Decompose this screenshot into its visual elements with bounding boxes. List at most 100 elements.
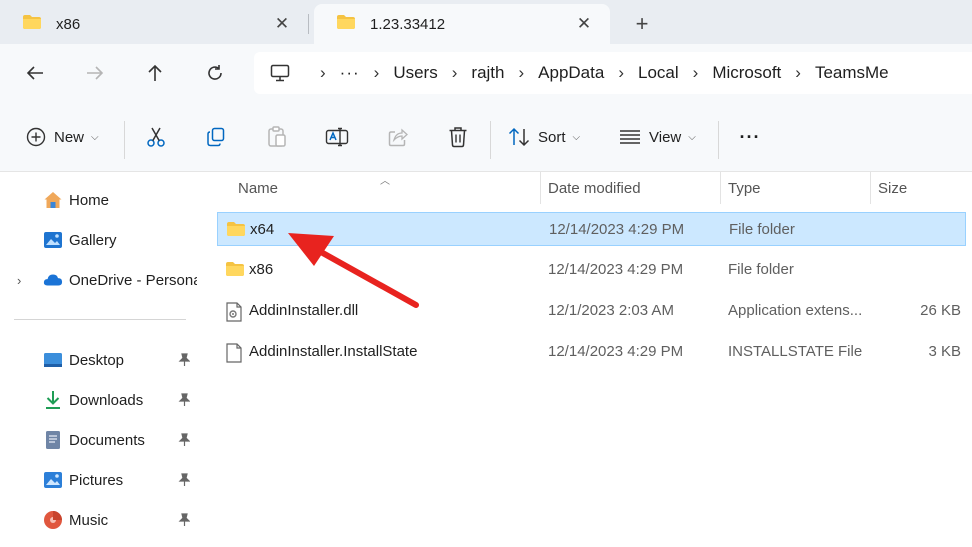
up-button[interactable] bbox=[139, 58, 171, 88]
toolbar-divider bbox=[124, 121, 125, 159]
column-header-name[interactable]: Name bbox=[238, 172, 538, 204]
pin-icon[interactable] bbox=[178, 473, 191, 491]
navigation-bar: › ··· › Users › rajth › AppData › Local … bbox=[0, 44, 972, 102]
file-row-addininstaller-installstate[interactable]: AddinInstaller.InstallState 12/14/2023 4… bbox=[217, 335, 966, 369]
folder-icon bbox=[226, 221, 246, 241]
file-type: File folder bbox=[729, 221, 795, 238]
close-icon[interactable]: ✕ bbox=[568, 14, 600, 34]
plus-circle-icon bbox=[26, 127, 46, 147]
address-bar[interactable]: › ··· › Users › rajth › AppData › Local … bbox=[254, 52, 972, 94]
refresh-icon bbox=[208, 65, 222, 80]
see-more-button[interactable]: ··· bbox=[736, 121, 764, 153]
home-icon bbox=[43, 190, 63, 210]
chevron-right-icon[interactable]: › bbox=[693, 63, 699, 83]
view-list-icon bbox=[620, 130, 640, 144]
file-date-modified: 12/1/2023 2:03 AM bbox=[548, 302, 674, 319]
chevron-right-icon[interactable]: › bbox=[374, 63, 380, 83]
sidebar-item-label: Home bbox=[69, 191, 110, 209]
chevron-down-icon: ⌵ bbox=[688, 131, 696, 143]
cut-button[interactable] bbox=[144, 121, 168, 153]
tab-1-23-33412[interactable]: 1.23.33412 ✕ bbox=[314, 4, 610, 44]
folder-icon bbox=[22, 14, 42, 34]
sidebar-item-label: OneDrive - Personal bbox=[69, 271, 197, 289]
pin-icon[interactable] bbox=[178, 393, 191, 411]
column-divider[interactable] bbox=[540, 172, 541, 204]
file-type: Application extens... bbox=[728, 302, 863, 319]
chevron-right-icon[interactable]: › bbox=[795, 63, 801, 83]
file-row-x64[interactable]: x64 12/14/2023 4:29 PM File folder bbox=[217, 212, 966, 246]
file-row-addininstaller-dll[interactable]: AddinInstaller.dll 12/1/2023 2:03 AM App… bbox=[217, 294, 966, 328]
forward-button[interactable] bbox=[79, 58, 111, 88]
breadcrumb-users[interactable]: Users bbox=[393, 63, 437, 83]
breadcrumb-microsoft[interactable]: Microsoft bbox=[712, 63, 781, 83]
new-tab-button[interactable]: + bbox=[626, 8, 658, 40]
chevron-right-icon: › bbox=[320, 63, 326, 82]
onedrive-icon bbox=[43, 270, 63, 290]
close-icon[interactable]: ✕ bbox=[266, 14, 298, 34]
copy-button[interactable] bbox=[204, 121, 228, 153]
command-bar: New ⌵ Sort ⌵ View ⌵ ··· bbox=[0, 102, 972, 172]
tab-title: 1.23.33412 bbox=[370, 15, 446, 33]
navigation-pane: Home Gallery › OneDrive - Personal Deskt… bbox=[0, 172, 200, 547]
tab-title: x86 bbox=[56, 15, 81, 33]
back-button[interactable] bbox=[19, 58, 51, 88]
column-divider[interactable] bbox=[870, 172, 871, 204]
column-header-size[interactable]: Size bbox=[878, 172, 958, 204]
chevron-down-icon: ⌵ bbox=[91, 131, 99, 143]
scissors-icon bbox=[147, 127, 165, 147]
column-divider[interactable] bbox=[720, 172, 721, 204]
sidebar-item-home[interactable]: Home bbox=[0, 182, 200, 218]
chevron-right-icon[interactable]: › bbox=[518, 63, 524, 83]
rename-button[interactable] bbox=[324, 121, 350, 153]
chevron-right-icon[interactable]: › bbox=[17, 273, 21, 288]
delete-button[interactable] bbox=[446, 121, 470, 153]
paste-button[interactable] bbox=[265, 121, 289, 153]
folder-icon bbox=[225, 261, 245, 281]
arrow-up-icon bbox=[148, 64, 162, 81]
view-button[interactable]: View ⌵ bbox=[619, 121, 696, 153]
this-pc-icon[interactable] bbox=[270, 64, 290, 82]
sidebar-item-label: Gallery bbox=[69, 231, 117, 249]
sort-button[interactable]: Sort ⌵ bbox=[508, 121, 580, 153]
file-name: x86 bbox=[249, 261, 274, 278]
new-button[interactable]: New ⌵ bbox=[26, 121, 99, 153]
breadcrumb-teamsmeeting[interactable]: TeamsMe bbox=[815, 63, 889, 83]
pictures-icon bbox=[43, 470, 63, 490]
chevron-right-icon[interactable]: › bbox=[618, 63, 624, 83]
sidebar-item-gallery[interactable]: Gallery bbox=[0, 222, 200, 258]
view-label: View bbox=[649, 128, 682, 146]
file-size: 3 KB bbox=[928, 343, 961, 360]
sidebar-item-music[interactable]: Music bbox=[0, 502, 200, 538]
sidebar-item-desktop[interactable]: Desktop bbox=[0, 342, 200, 378]
breadcrumb-appdata[interactable]: AppData bbox=[538, 63, 604, 83]
file-date-modified: 12/14/2023 4:29 PM bbox=[548, 261, 684, 278]
refresh-button[interactable] bbox=[199, 58, 231, 88]
file-row-x86[interactable]: x86 12/14/2023 4:29 PM File folder bbox=[217, 253, 966, 287]
sidebar-divider bbox=[14, 319, 186, 320]
sidebar-item-downloads[interactable]: Downloads bbox=[0, 382, 200, 418]
breadcrumb-rajth[interactable]: rajth bbox=[471, 63, 504, 83]
tab-x86[interactable]: x86 ✕ bbox=[0, 4, 308, 44]
copy-icon bbox=[207, 127, 225, 147]
chevron-down-icon: ⌵ bbox=[572, 131, 581, 143]
arrow-right-icon bbox=[87, 66, 104, 80]
breadcrumb-local[interactable]: Local bbox=[638, 63, 679, 83]
pin-icon[interactable] bbox=[178, 513, 191, 531]
sidebar-item-pictures[interactable]: Pictures bbox=[0, 462, 200, 498]
file-type: File folder bbox=[728, 261, 794, 278]
share-icon bbox=[388, 128, 408, 147]
column-header-date-modified[interactable]: Date modified bbox=[548, 172, 718, 204]
pin-icon[interactable] bbox=[178, 433, 191, 451]
file-date-modified: 12/14/2023 4:29 PM bbox=[549, 221, 685, 238]
share-button[interactable] bbox=[386, 121, 410, 153]
sidebar-item-onedrive[interactable]: › OneDrive - Personal bbox=[0, 262, 200, 298]
file-list: ︿ Name Date modified Type Size x64 12/14… bbox=[200, 172, 972, 547]
chevron-right-icon[interactable]: › bbox=[452, 63, 458, 83]
pin-icon[interactable] bbox=[178, 353, 191, 371]
breadcrumb-more[interactable]: ··· bbox=[340, 63, 360, 83]
dll-file-icon bbox=[225, 302, 243, 326]
gallery-icon bbox=[43, 230, 63, 250]
column-header-type[interactable]: Type bbox=[728, 172, 868, 204]
sidebar-item-documents[interactable]: Documents bbox=[0, 422, 200, 458]
folder-icon bbox=[336, 14, 356, 34]
